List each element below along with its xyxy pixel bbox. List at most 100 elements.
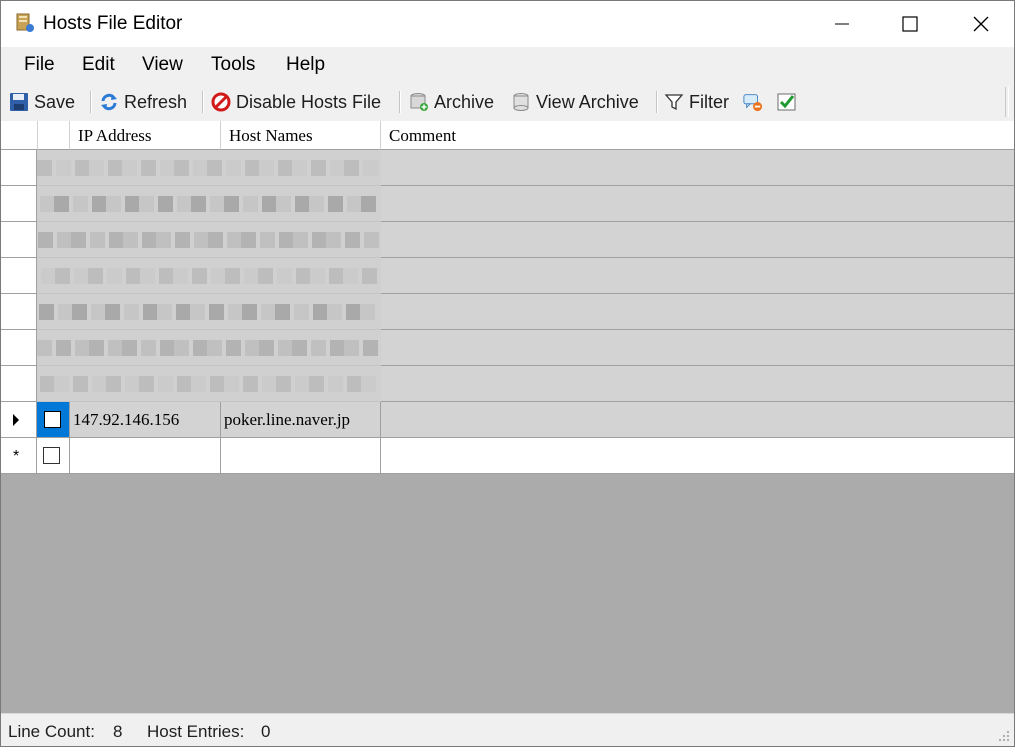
menu-edit[interactable]: Edit (82, 54, 115, 76)
redaction-block (361, 376, 376, 392)
save-button[interactable]: Save (9, 89, 75, 115)
new-enabled-checkbox[interactable] (43, 447, 60, 464)
row-selector[interactable] (1, 258, 37, 294)
view-archive-button[interactable]: View Archive (511, 89, 639, 115)
menu-file[interactable]: File (24, 54, 55, 76)
redacted-row[interactable] (1, 150, 1014, 186)
redaction-block (157, 304, 172, 320)
redacted-row[interactable] (1, 330, 1014, 366)
menu-bar: File Edit View Tools Help (1, 47, 1014, 83)
redaction-block (279, 232, 294, 248)
redaction-block (88, 268, 103, 284)
redaction-block (345, 232, 360, 248)
redaction-block (140, 268, 155, 284)
comment-remove-button[interactable] (743, 89, 768, 115)
maximize-button[interactable] (887, 1, 933, 47)
menu-tools[interactable]: Tools (211, 54, 255, 76)
comment-cell[interactable] (381, 258, 1014, 294)
redaction-block (295, 376, 310, 392)
redaction-block (210, 376, 225, 392)
window-title: Hosts File Editor (43, 13, 183, 34)
archive-button[interactable]: Archive (409, 89, 494, 115)
ip-address-cell[interactable]: 147.92.146.156 (70, 402, 221, 438)
row-selector[interactable] (1, 186, 37, 222)
enabled-checkbox[interactable] (44, 411, 61, 428)
redaction-block (177, 196, 192, 212)
column-header-comment[interactable]: Comment (381, 121, 1014, 150)
new-ip-cell[interactable] (70, 438, 221, 474)
redaction-block (293, 232, 308, 248)
redaction-block (296, 268, 311, 284)
redaction-block (126, 268, 141, 284)
row-header-corner (1, 121, 38, 150)
redaction-block (228, 304, 243, 320)
validate-button[interactable] (777, 89, 802, 115)
column-header-enabled[interactable] (38, 121, 70, 150)
redaction-block (261, 304, 276, 320)
archive-add-icon (410, 93, 428, 111)
redacted-cells (37, 294, 381, 330)
redaction-block (259, 340, 274, 356)
redaction-block (175, 232, 190, 248)
new-row-selector[interactable]: * (1, 438, 37, 474)
redaction-block (141, 160, 156, 176)
filter-button[interactable]: Filter (664, 89, 729, 115)
column-header-ip[interactable]: IP Address (70, 121, 221, 150)
redaction-block (360, 304, 375, 320)
redacted-cells (37, 366, 381, 402)
new-enabled-cell[interactable] (37, 438, 70, 474)
redaction-block (40, 376, 55, 392)
redacted-row[interactable] (1, 294, 1014, 330)
redaction-block (244, 268, 259, 284)
menu-view[interactable]: View (142, 54, 183, 76)
redaction-block (105, 304, 120, 320)
comment-cell[interactable] (381, 150, 1014, 186)
row-selector[interactable] (1, 150, 37, 186)
resize-grip-icon[interactable] (996, 728, 1010, 742)
row-selector[interactable] (1, 366, 37, 402)
enabled-cell[interactable] (37, 402, 70, 438)
redacted-row[interactable] (1, 366, 1014, 402)
minimize-button[interactable] (819, 1, 865, 47)
table-row[interactable]: 147.92.146.156 poker.line.naver.jp (1, 402, 1014, 438)
refresh-button[interactable]: Refresh (99, 89, 187, 115)
host-names-cell[interactable]: poker.line.naver.jp (221, 402, 381, 438)
redaction-block (292, 160, 307, 176)
comment-cell[interactable] (381, 222, 1014, 258)
redacted-row[interactable] (1, 186, 1014, 222)
disable-hosts-button[interactable]: Disable Hosts File (211, 89, 381, 115)
redaction-block (362, 268, 377, 284)
save-icon (10, 93, 28, 111)
column-header-hosts[interactable]: Host Names (221, 121, 381, 150)
comment-cell[interactable] (381, 186, 1014, 222)
comment-cell[interactable] (381, 366, 1014, 402)
close-button[interactable] (958, 1, 1004, 47)
menu-help[interactable]: Help (286, 54, 325, 76)
redaction-block (56, 160, 71, 176)
redaction-block (260, 232, 275, 248)
redaction-block (292, 340, 307, 356)
row-selector[interactable] (1, 402, 37, 438)
redaction-block (262, 196, 277, 212)
archive-label: Archive (434, 91, 495, 112)
new-row[interactable]: * (1, 438, 1014, 474)
redacted-cells (37, 150, 381, 186)
new-comment-cell[interactable] (381, 438, 1014, 474)
toolbar: Save Refresh Disable Hosts File Archive … (1, 83, 1014, 122)
redaction-block (311, 340, 326, 356)
new-host-cell[interactable] (221, 438, 381, 474)
comment-cell[interactable] (381, 402, 1014, 438)
comment-cell[interactable] (381, 330, 1014, 366)
redaction-block (227, 232, 242, 248)
row-selector[interactable] (1, 222, 37, 258)
redaction-block (224, 196, 239, 212)
comment-cell[interactable] (381, 294, 1014, 330)
row-selector[interactable] (1, 330, 37, 366)
row-selector[interactable] (1, 294, 37, 330)
redaction-block (313, 304, 328, 320)
redaction-block (347, 376, 362, 392)
redaction-block (57, 232, 72, 248)
redaction-block (276, 376, 291, 392)
redacted-row[interactable] (1, 258, 1014, 294)
redacted-row[interactable] (1, 222, 1014, 258)
